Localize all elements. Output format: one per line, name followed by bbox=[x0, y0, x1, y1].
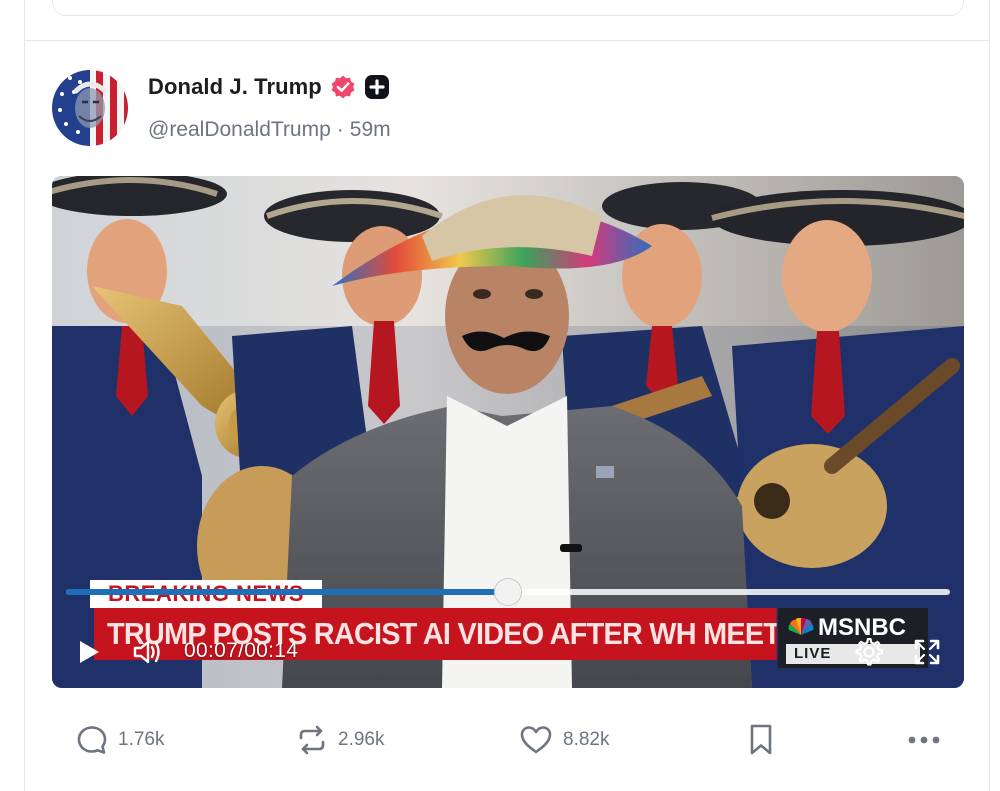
avatar[interactable] bbox=[52, 70, 128, 146]
more-icon bbox=[908, 736, 940, 744]
network-bug: MSNBC LIVE bbox=[778, 608, 928, 668]
video-player[interactable]: BREAKING NEWS TRUMP POSTS RACIST AI VIDE… bbox=[52, 176, 964, 688]
more-options-button[interactable] bbox=[907, 720, 941, 760]
heart-icon bbox=[520, 726, 552, 754]
gear-icon[interactable] bbox=[855, 638, 883, 666]
playback-time: 00:07/00:14 bbox=[184, 639, 298, 663]
volume-icon[interactable] bbox=[132, 638, 162, 666]
post-action-bar: 1.76k 2.96k 8.82k bbox=[0, 720, 1000, 764]
author-display-name[interactable]: Donald J. Trump bbox=[148, 74, 322, 100]
avatar-flag-portrait-icon bbox=[52, 70, 128, 146]
progress-scrubber-handle[interactable] bbox=[494, 578, 522, 606]
like-button[interactable]: 8.82k bbox=[519, 720, 609, 760]
repost-count: 2.96k bbox=[338, 729, 385, 750]
repost-icon bbox=[299, 725, 325, 755]
bookmark-button[interactable] bbox=[747, 720, 775, 760]
feed-column-border-right bbox=[989, 0, 990, 791]
progress-fill bbox=[66, 589, 508, 595]
plus-member-badge-icon bbox=[364, 75, 389, 99]
post-timestamp[interactable]: 59m bbox=[350, 118, 391, 142]
peacock-logo-icon bbox=[788, 618, 814, 635]
fullscreen-icon[interactable] bbox=[914, 639, 940, 665]
reply-bubble-icon bbox=[77, 726, 107, 754]
play-icon[interactable] bbox=[76, 638, 102, 666]
author-meta-row: @realDonaldTrump · 59m bbox=[148, 118, 391, 142]
like-count: 8.82k bbox=[563, 729, 610, 750]
live-indicator: LIVE bbox=[786, 644, 920, 664]
bookmark-icon bbox=[750, 724, 772, 755]
reply-button[interactable]: 1.76k bbox=[76, 720, 164, 760]
progress-bar[interactable] bbox=[66, 578, 950, 606]
author-handle[interactable]: @realDonaldTrump bbox=[148, 118, 331, 142]
time-total: 00:14 bbox=[244, 639, 299, 662]
reply-count: 1.76k bbox=[118, 729, 165, 750]
feed-page: Donald J. Trump @realDonaldTrump · 59m T… bbox=[0, 0, 1000, 791]
previous-post-card[interactable] bbox=[52, 0, 964, 16]
author-row: Donald J. Trump bbox=[148, 74, 390, 100]
repost-button[interactable]: 2.96k bbox=[296, 720, 384, 760]
post-divider bbox=[25, 40, 989, 41]
feed-column-border-left bbox=[24, 0, 25, 791]
meta-separator: · bbox=[336, 118, 344, 141]
time-current: 00:07 bbox=[184, 639, 239, 662]
verified-badge-icon bbox=[331, 75, 355, 99]
